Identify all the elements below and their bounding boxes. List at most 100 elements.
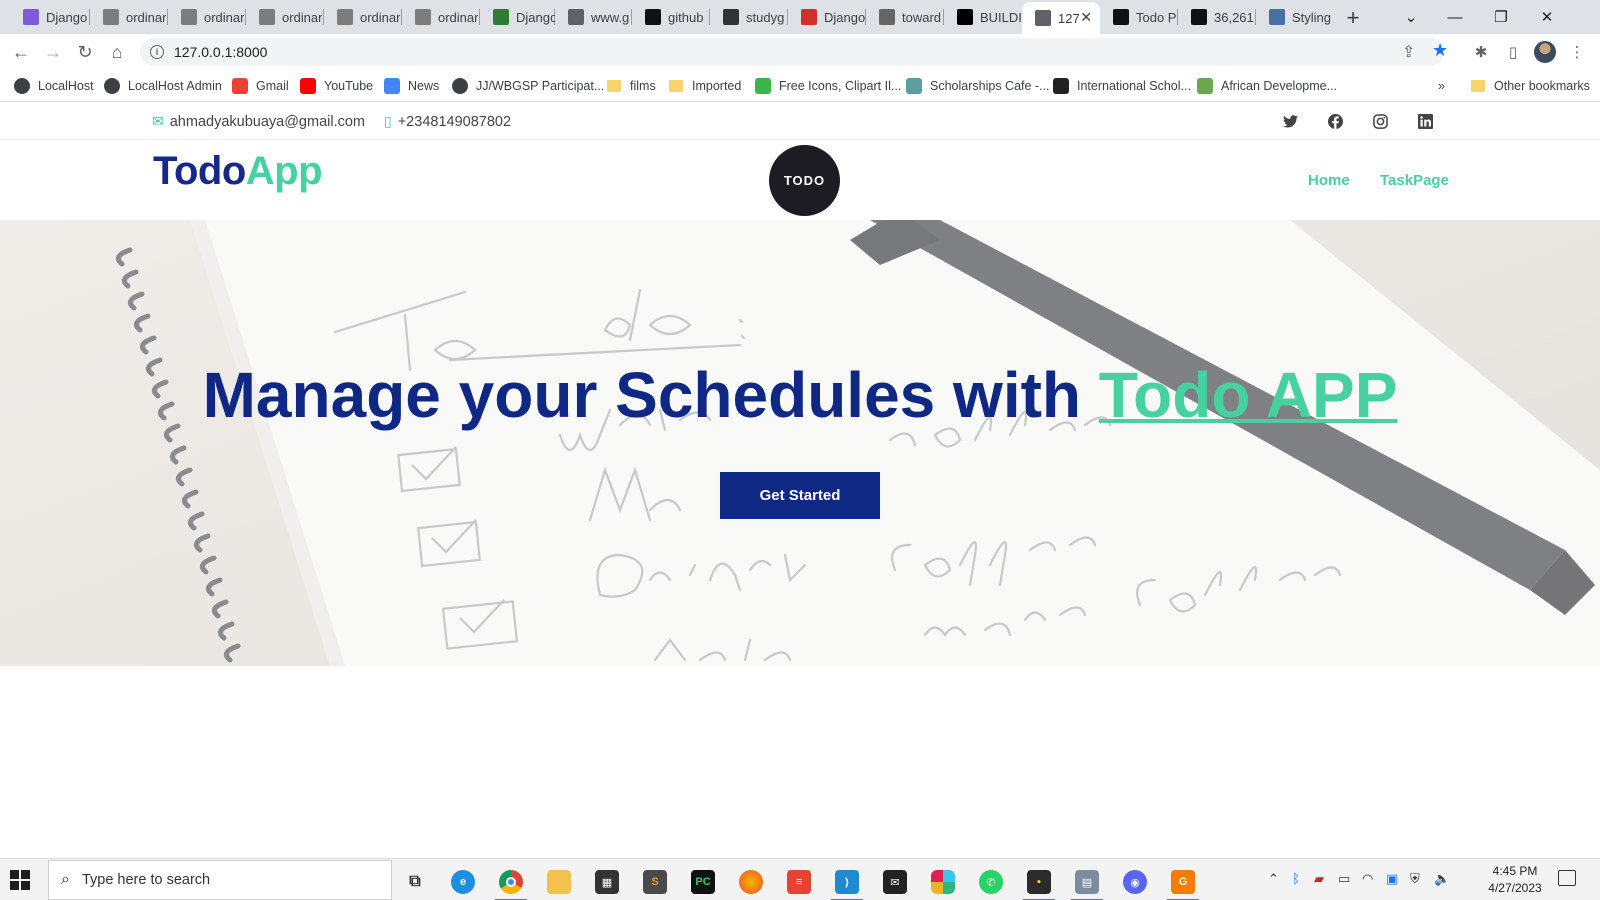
security-shield-icon[interactable]: ⛨	[1410, 871, 1420, 887]
extensions-icon[interactable]: ✱	[1472, 43, 1490, 61]
bookmark-label: Scholarships Cafe -...	[930, 79, 1050, 93]
wifi-icon[interactable]: ◠	[1362, 871, 1373, 887]
bookmark-label: LocalHost Admin	[128, 79, 222, 93]
browser-tab[interactable]: Django	[10, 2, 90, 32]
browser-tab[interactable]: toward	[866, 2, 944, 32]
twitter-icon[interactable]	[1280, 111, 1300, 131]
minimize-button[interactable]: —	[1432, 0, 1478, 34]
todoist-icon[interactable]: ≡	[777, 863, 821, 900]
taskbar-clock[interactable]: 4:45 PM 4/27/2023	[1480, 863, 1550, 897]
bookmark-item[interactable]: LocalHost	[14, 77, 94, 95]
browser-tab[interactable]: ordinar	[168, 2, 246, 32]
sublime-icon[interactable]: S	[633, 863, 677, 900]
bluetooth-icon[interactable]: ᛒ	[1292, 871, 1300, 886]
tray-app-icon[interactable]: ▰	[1314, 871, 1324, 887]
reload-button[interactable]: ↻	[70, 37, 100, 67]
browser-tab[interactable]: Todo P	[1100, 2, 1178, 32]
close-window-button[interactable]: ✕	[1524, 0, 1570, 34]
back-button[interactable]: ←	[6, 37, 36, 67]
photos-icon[interactable]: ▤	[1065, 863, 1109, 900]
todo-icon	[1113, 9, 1129, 25]
bookmark-item[interactable]: News	[384, 77, 439, 95]
mail-app-icon[interactable]: ✉	[873, 863, 917, 900]
whatsapp-icon[interactable]: ✆	[969, 863, 1013, 900]
close-tab-icon[interactable]: ✕	[1080, 9, 1092, 26]
bookmark-item[interactable]: films	[606, 77, 656, 95]
nav-home-link[interactable]: Home	[1308, 172, 1350, 189]
restore-button[interactable]: ❐	[1478, 0, 1524, 34]
hero-title-highlight-link[interactable]: Todo APP	[1099, 359, 1398, 431]
browser-tab[interactable]: ordinar	[90, 2, 168, 32]
share-icon[interactable]: ⇪	[1402, 42, 1415, 62]
network-icon[interactable]: ▣	[1386, 871, 1398, 887]
site-info-icon[interactable]: i	[150, 45, 164, 59]
forward-button[interactable]: →	[38, 37, 68, 67]
browser-tab[interactable]: Styling	[1256, 2, 1336, 32]
get-started-button[interactable]: Get Started	[720, 472, 880, 519]
battery-icon[interactable]: ▭	[1338, 871, 1350, 887]
task-view-icon[interactable]: ⧉	[393, 863, 437, 900]
browser-tab[interactable]: www.g	[555, 2, 632, 32]
bookmark-item[interactable]: Gmail	[232, 77, 289, 95]
pycharm-icon[interactable]: PC	[681, 863, 725, 900]
browser-tab[interactable]: studyg	[710, 2, 788, 32]
windows-start-icon[interactable]	[10, 870, 30, 890]
taskbar-search-box[interactable]: ⌕ Type here to search	[48, 860, 392, 900]
volume-icon[interactable]: 🔈	[1434, 871, 1450, 887]
slack-icon[interactable]	[921, 863, 965, 900]
bookmark-item[interactable]: International Schol...	[1053, 77, 1191, 95]
side-panel-icon[interactable]: ▯	[1504, 43, 1522, 61]
bookmark-item[interactable]: Free Icons, Clipart Il...	[755, 77, 901, 95]
bookmark-item[interactable]: Imported	[668, 77, 741, 95]
browser-tab[interactable]: BUILDI	[944, 2, 1022, 32]
bookmark-item[interactable]: YouTube	[300, 77, 373, 95]
bookmark-item[interactable]: JJ/WBGSP Participat...	[452, 77, 604, 95]
file-explorer-icon[interactable]	[537, 863, 581, 900]
browser-tab[interactable]: github	[632, 2, 710, 32]
tray-chevron-up-icon[interactable]: ⌃	[1268, 871, 1279, 887]
contact-email-text: ahmadyakubuaya@gmail.com	[169, 113, 365, 130]
profile-avatar[interactable]	[1534, 41, 1556, 63]
nav-taskpage-link[interactable]: TaskPage	[1380, 172, 1449, 189]
browser-tab[interactable]: Django	[480, 2, 555, 32]
browser-tab[interactable]: ordinar	[402, 2, 480, 32]
bookmark-item[interactable]: LocalHost Admin	[104, 77, 222, 95]
instagram-icon[interactable]	[1370, 111, 1390, 131]
sticky-notes-icon[interactable]: ▪	[1017, 863, 1061, 900]
browser-tab[interactable]: 127 ✕	[1022, 2, 1100, 34]
pdf-app-icon[interactable]: G	[1161, 863, 1205, 900]
other-bookmarks-folder[interactable]: Other bookmarks	[1470, 77, 1590, 95]
contact-email[interactable]: ✉ ahmadyakubuaya@gmail.com	[152, 113, 365, 130]
more-bookmarks-button[interactable]: »	[1438, 77, 1445, 95]
windows-taskbar: ⌕ Type here to search ⧉ e ▦ S PC ≡ ⟩ ✉ ✆…	[0, 858, 1600, 900]
notification-center-icon[interactable]	[1558, 870, 1576, 886]
browser-tab-label: github	[668, 9, 704, 25]
home-button[interactable]: ⌂	[102, 37, 132, 67]
address-url[interactable]: 127.0.0.1:8000	[174, 44, 267, 60]
contact-phone[interactable]: ▯ +2348149087802	[384, 113, 511, 130]
globe-icon	[104, 78, 120, 94]
bookmark-item[interactable]: African Developme...	[1197, 77, 1337, 95]
tab-search-icon[interactable]: ⌄	[1388, 0, 1434, 34]
scholar-icon	[1053, 78, 1069, 94]
site-brand[interactable]: TodoApp	[153, 149, 323, 194]
bookmark-item[interactable]: Scholarships Cafe -...	[906, 77, 1050, 95]
address-bar[interactable]: i 127.0.0.1:8000	[140, 38, 1444, 66]
bookmark-star-icon[interactable]: ★	[1432, 40, 1448, 61]
youtube-icon	[300, 78, 316, 94]
new-tab-button[interactable]: +	[1339, 4, 1367, 32]
linkedin-icon[interactable]	[1415, 111, 1435, 131]
menu-kebab-icon[interactable]: ⋮	[1568, 43, 1586, 61]
discord-icon[interactable]: ◉	[1113, 863, 1157, 900]
browser-tab[interactable]: ordinar	[246, 2, 324, 32]
edge-icon[interactable]: e	[441, 863, 485, 900]
firefox-icon[interactable]	[729, 863, 773, 900]
browser-tab[interactable]: 36,261	[1178, 2, 1256, 32]
browser-tab[interactable]: Django	[788, 2, 866, 32]
folder-icon	[668, 78, 684, 94]
chrome-icon[interactable]	[489, 863, 533, 900]
vscode-icon[interactable]: ⟩	[825, 863, 869, 900]
store-icon[interactable]: ▦	[585, 863, 629, 900]
browser-tab[interactable]: ordinar	[324, 2, 402, 32]
facebook-icon[interactable]	[1325, 111, 1345, 131]
